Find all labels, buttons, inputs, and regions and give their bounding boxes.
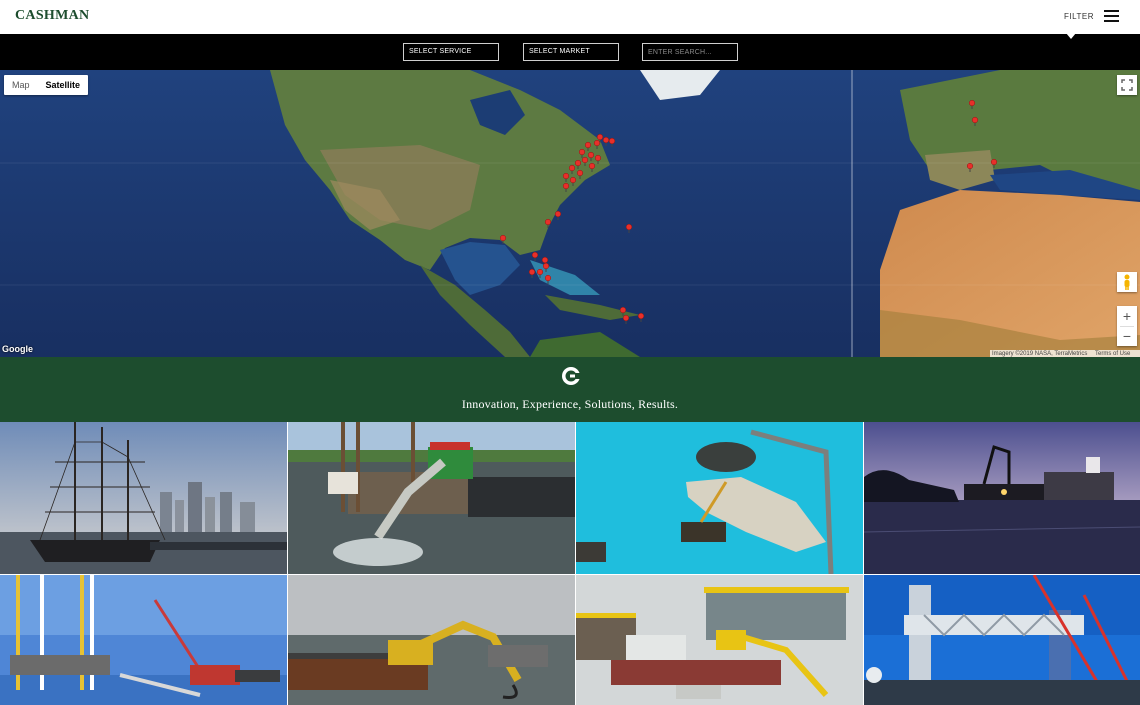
gallery-tile-barge-crane[interactable] [576, 575, 863, 705]
map-marker-icon[interactable] [968, 99, 976, 109]
island-dredging-icon [576, 422, 863, 574]
map-marker-icon[interactable] [990, 158, 998, 168]
jackup-crane-icon [0, 575, 287, 705]
google-logo: Google [2, 344, 33, 354]
street-view-pegman-icon[interactable] [1117, 272, 1137, 292]
fullscreen-icon[interactable] [1117, 75, 1137, 95]
map-marker-icon[interactable] [562, 172, 570, 182]
filter-caret-icon [1066, 33, 1076, 39]
project-gallery [0, 422, 1140, 705]
map-marker-icon[interactable] [619, 306, 627, 316]
map-marker-icon[interactable] [578, 148, 586, 158]
cashman-logo[interactable]: CASHMAN [15, 8, 89, 24]
map-marker-icon[interactable] [594, 154, 602, 164]
map-marker-icon[interactable] [528, 268, 536, 278]
map-marker-icon[interactable] [971, 116, 979, 126]
excavator-barge-icon [288, 422, 575, 574]
map-marker-icon[interactable] [499, 234, 507, 244]
map-marker-icon[interactable] [966, 162, 974, 172]
filter-bar: SELECT SERVICE SELECT MARKET [0, 33, 1140, 70]
map-marker-icon[interactable] [576, 169, 584, 179]
map-attribution: Imagery ©2019 NASA, TerraMetrics Terms o… [990, 350, 1140, 357]
tagline: Innovation, Experience, Solutions, Resul… [461, 397, 679, 411]
search-input[interactable] [642, 43, 738, 61]
map-marker-icon[interactable] [593, 139, 601, 149]
filter-toggle[interactable]: FILTER [1064, 12, 1094, 21]
gallery-tile-excavator-river[interactable] [288, 575, 575, 705]
gallery-tile-excavator-barge[interactable] [288, 422, 575, 574]
gallery-tile-island-dredging[interactable] [576, 422, 863, 574]
project-markers [499, 99, 998, 324]
gallery-tile-jackup-crane[interactable] [0, 575, 287, 705]
map-type-control: Map Satellite [4, 75, 89, 95]
gallery-tile-tall-ship[interactable] [0, 422, 287, 574]
zoom-out-button[interactable]: − [1117, 326, 1137, 346]
map-marker-icon[interactable] [625, 223, 633, 233]
map-marker-icon[interactable] [531, 251, 539, 261]
map-marker-icon[interactable] [568, 164, 576, 174]
map-marker-icon[interactable] [544, 274, 552, 284]
bridge-construction-icon [864, 575, 1140, 705]
map-marker-icon[interactable] [622, 314, 630, 324]
map-marker-icon[interactable] [587, 151, 595, 161]
map-marker-icon[interactable] [584, 141, 592, 151]
select-service-dropdown[interactable]: SELECT SERVICE [403, 43, 499, 61]
map-marker-icon[interactable] [554, 210, 562, 220]
map-marker-icon[interactable] [608, 137, 616, 147]
excavator-river-icon [288, 575, 575, 705]
map-marker-icon[interactable] [588, 162, 596, 172]
map-marker-icon[interactable] [569, 176, 577, 186]
map-marker-icon[interactable] [637, 312, 645, 322]
map-type-map[interactable]: Map [4, 75, 38, 95]
zoom-control: + − [1117, 306, 1137, 346]
map-marker-icon[interactable] [544, 218, 552, 228]
tagline-band: Innovation, Experience, Solutions, Resul… [0, 357, 1140, 422]
map-marker-icon[interactable] [536, 268, 544, 278]
zoom-in-button[interactable]: + [1117, 306, 1137, 326]
map-type-satellite[interactable]: Satellite [38, 75, 89, 95]
map-marker-icon[interactable] [562, 182, 570, 192]
gallery-tile-dusk-barge[interactable] [864, 422, 1140, 574]
map-marker-icon[interactable] [542, 262, 550, 272]
project-map[interactable]: Map Satellite + − Google Imagery ©2019 N… [0, 70, 1140, 357]
site-header: CASHMAN FILTER [0, 0, 1140, 34]
cashman-emblem-icon [562, 367, 581, 385]
tall-ship-harbor-icon [0, 422, 287, 574]
map-marker-icon[interactable] [581, 156, 589, 166]
map-marker-icon[interactable] [574, 159, 582, 169]
hamburger-menu-icon[interactable] [1104, 10, 1119, 23]
barge-crane-icon [576, 575, 863, 705]
dusk-barge-icon [864, 422, 1140, 574]
map-marker-icon[interactable] [602, 136, 610, 146]
gallery-tile-bridge-construction[interactable] [864, 575, 1140, 705]
select-market-dropdown[interactable]: SELECT MARKET [523, 43, 619, 61]
